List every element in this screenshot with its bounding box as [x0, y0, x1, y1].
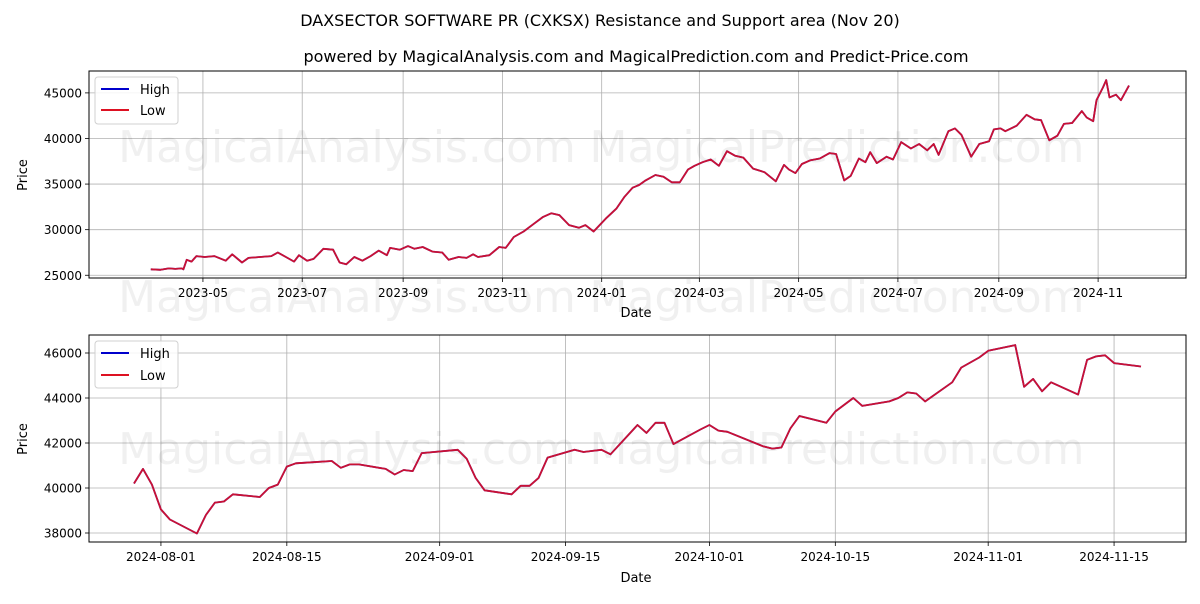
x-tick-label: 2023-05	[178, 286, 228, 300]
legend-low-label: Low	[140, 369, 166, 384]
x-tick-label: 2024-01	[577, 286, 627, 300]
top-y-axis-label: Price	[16, 159, 31, 191]
figure-subtitle: powered by MagicalAnalysis.com and Magic…	[303, 47, 968, 66]
x-tick-label: 2024-11	[1073, 286, 1123, 300]
bottom-x-axis-label: Date	[620, 571, 651, 586]
bottom-watermark-left: MagicalAnalysis.com	[118, 424, 576, 475]
y-tick-label: 42000	[44, 437, 82, 451]
x-tick-label: 2024-11-15	[1079, 550, 1149, 564]
x-tick-label: 2024-03	[674, 286, 724, 300]
x-tick-label: 2024-09	[974, 286, 1024, 300]
bottom-chart-legend: High Low	[95, 341, 178, 388]
x-tick-label: 2024-10-15	[800, 550, 870, 564]
x-tick-label: 2024-05	[774, 286, 824, 300]
y-tick-label: 40000	[44, 132, 82, 146]
chart-figure: DAXSECTOR SOFTWARE PR (CXKSX) Resistance…	[0, 0, 1200, 600]
y-tick-label: 40000	[44, 482, 82, 496]
y-tick-label: 30000	[44, 223, 82, 237]
x-tick-label: 2024-11-01	[953, 550, 1023, 564]
x-tick-label: 2024-09-15	[531, 550, 601, 564]
x-tick-label: 2024-08-15	[252, 550, 322, 564]
y-tick-label: 46000	[44, 347, 82, 361]
x-tick-label: 2023-07	[277, 286, 327, 300]
y-tick-label: 35000	[44, 178, 82, 192]
x-tick-label: 2024-10-01	[675, 550, 745, 564]
figure-canvas: DAXSECTOR SOFTWARE PR (CXKSX) Resistance…	[0, 0, 1200, 600]
y-tick-label: 45000	[44, 86, 82, 100]
top-chart-legend: High Low	[95, 77, 178, 124]
top-x-axis-label: Date	[620, 306, 651, 321]
x-tick-label: 2024-07	[873, 286, 923, 300]
legend-low-label: Low	[140, 104, 166, 119]
x-tick-label: 2023-11	[477, 286, 527, 300]
y-tick-label: 38000	[44, 527, 82, 541]
x-tick-label: 2024-08-01	[126, 550, 196, 564]
bottom-watermark-right: MagicalPrediction.com	[590, 424, 1085, 475]
bottom-y-axis-label: Price	[16, 423, 31, 455]
x-tick-label: 2024-09-01	[405, 550, 475, 564]
y-tick-label: 44000	[44, 392, 82, 406]
legend-high-label: High	[140, 347, 170, 362]
x-tick-label: 2023-09	[378, 286, 428, 300]
figure-title: DAXSECTOR SOFTWARE PR (CXKSX) Resistance…	[300, 11, 900, 30]
top-watermark-left: MagicalAnalysis.com	[118, 122, 576, 173]
legend-high-label: High	[140, 83, 170, 98]
y-tick-label: 25000	[44, 269, 82, 283]
